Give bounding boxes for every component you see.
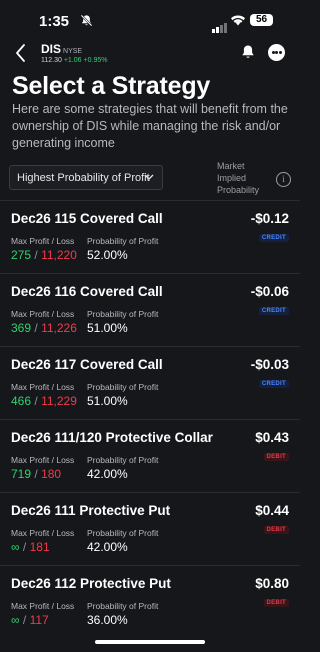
price-change: +1.06 (63, 57, 82, 64)
probability-value: 42.00% (87, 540, 128, 554)
separator: / (34, 248, 38, 262)
strategy-name: Dec26 116 Covered Call (11, 284, 163, 299)
signal-icon (212, 15, 228, 33)
status-bar: 1:35 56 (0, 0, 300, 38)
wifi-icon (231, 15, 245, 26)
max-loss: 11,220 (41, 248, 77, 262)
strategy-price: -$0.06 (250, 284, 289, 299)
mute-icon (80, 14, 93, 27)
separator: / (34, 467, 38, 481)
credit-debit-badge: CREDIT (258, 380, 289, 388)
more-icon[interactable] (268, 44, 285, 61)
strategy-price: $0.43 (255, 430, 289, 445)
status-time: 1:35 (39, 13, 70, 30)
max-loss: 11,229 (41, 394, 77, 408)
probability-value: 51.00% (87, 321, 128, 335)
max-loss: 181 (29, 540, 50, 554)
probability-label: Probability of Profit (87, 528, 159, 538)
max-profit-loss-label: Max Profit / Loss (11, 309, 75, 319)
max-profit: 719 (11, 467, 32, 481)
max-profit-loss-value: 275 / 11,220 (11, 248, 77, 262)
separator: / (22, 540, 27, 554)
ticker-label: DIS (41, 42, 62, 56)
app-header: DIS NYSE 112.30 +1.06 +0.95% (0, 38, 300, 68)
sort-label: Highest Probability of Profit (17, 172, 150, 184)
max-profit-loss-value: 369 / 11,226 (11, 321, 77, 335)
quote-line: 112.30 +1.06 +0.95% (41, 57, 107, 64)
chevron-down-icon (144, 174, 154, 180)
probability-value: 42.00% (87, 467, 128, 481)
exchange-label: NYSE (63, 48, 83, 55)
page-title: Select a Strategy (12, 72, 211, 100)
home-indicator (95, 640, 205, 644)
battery-indicator: 56 (250, 14, 273, 26)
probability-value: 36.00% (87, 613, 128, 627)
price-change-pct: +0.95% (83, 57, 108, 64)
strategy-name: Dec26 112 Protective Put (11, 576, 171, 591)
strategy-price: -$0.03 (250, 357, 289, 372)
probability-label: Probability of Profit (87, 236, 159, 246)
strategy-name: Dec26 115 Covered Call (11, 211, 163, 226)
strategy-price: $0.80 (255, 576, 289, 591)
max-profit-loss-value: 719 / 180 (11, 467, 61, 481)
info-icon[interactable]: i (276, 172, 291, 187)
credit-debit-badge: CREDIT (258, 307, 289, 315)
credit-debit-badge: CREDIT (258, 234, 289, 242)
max-profit: ∞ (11, 613, 20, 627)
max-profit-loss-label: Max Profit / Loss (11, 382, 75, 392)
market-implied-probability-label: Market Implied Probability (217, 161, 260, 195)
separator: / (34, 321, 38, 335)
probability-label: Probability of Profit (87, 455, 159, 465)
probability-label: Probability of Profit (87, 382, 159, 392)
max-loss: 180 (41, 467, 62, 481)
strategy-name: Dec26 111/120 Protective Collar (11, 430, 213, 445)
separator: / (34, 394, 38, 408)
page-description: Here are some strategies that will benef… (12, 102, 288, 150)
strategy-row[interactable]: Dec26 111/120 Protective Collar $0.43 DEBI… (0, 419, 300, 493)
probability-value: 52.00% (87, 248, 128, 262)
max-profit: 466 (11, 394, 32, 408)
max-profit: 275 (11, 248, 32, 262)
strategy-row[interactable]: Dec26 112 Protective Put $0.80 DEBIT Max Pr… (0, 565, 300, 639)
credit-debit-badge: DEBIT (263, 453, 289, 461)
bell-icon[interactable] (240, 44, 256, 60)
strategy-price: $0.44 (255, 503, 289, 518)
strategy-name: Dec26 117 Covered Call (11, 357, 163, 372)
max-profit: 369 (11, 321, 32, 335)
max-profit-loss-label: Max Profit / Loss (11, 236, 75, 246)
strategy-row[interactable]: Dec26 117 Covered Call -$0.03 CREDIT Max Pr… (0, 346, 300, 420)
last-price: 112.30 (41, 57, 62, 64)
max-profit: ∞ (11, 540, 20, 554)
strategy-price: -$0.12 (250, 211, 289, 226)
max-profit-loss-label: Max Profit / Loss (11, 455, 75, 465)
probability-label: Probability of Profit (87, 601, 159, 611)
max-profit-loss-value: ∞ / 181 (11, 540, 50, 554)
probability-value: 51.00% (87, 394, 128, 408)
max-profit-loss-value: 466 / 11,229 (11, 394, 77, 408)
credit-debit-badge: DEBIT (263, 526, 289, 534)
strategy-row[interactable]: Dec26 111 Protective Put $0.44 DEBIT Max Pr… (0, 492, 300, 566)
max-loss: 117 (29, 613, 49, 627)
max-profit-loss-value: ∞ / 117 (11, 613, 49, 627)
sort-dropdown[interactable]: Highest Probability of Profit (9, 165, 163, 190)
credit-debit-badge: DEBIT (263, 599, 289, 607)
strategy-row[interactable]: Dec26 116 Covered Call -$0.06 CREDIT Max Pr… (0, 273, 300, 347)
max-profit-loss-label: Max Profit / Loss (11, 528, 75, 538)
max-loss: 11,226 (41, 321, 77, 335)
strategy-name: Dec26 111 Protective Put (11, 503, 171, 518)
max-profit-loss-label: Max Profit / Loss (11, 601, 75, 611)
ticker-symbol: DIS NYSE (41, 42, 82, 56)
strategy-row[interactable]: Dec26 115 Covered Call -$0.12 CREDIT Max Pr… (0, 200, 300, 274)
back-chevron-icon[interactable] (14, 43, 28, 63)
separator: / (22, 613, 27, 627)
probability-label: Probability of Profit (87, 309, 159, 319)
